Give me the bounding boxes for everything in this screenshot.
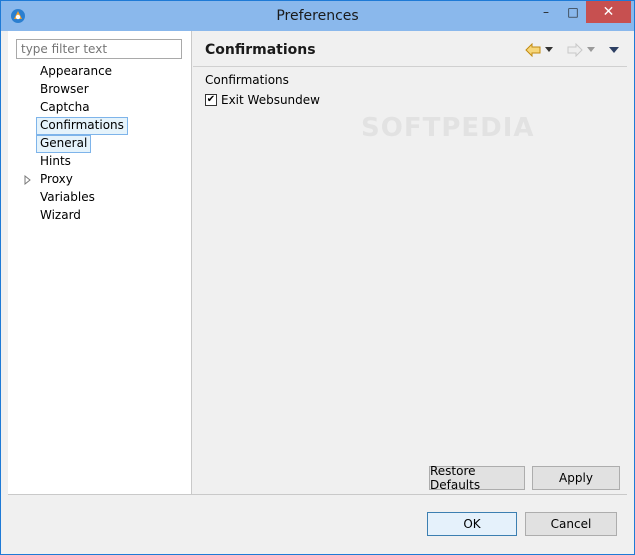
preference-tree-pane: Appearance Browser Captcha Confirmations… (8, 31, 192, 494)
tree-item-confirmations[interactable]: Confirmations (36, 117, 128, 135)
back-arrow-icon[interactable] (525, 43, 541, 57)
tree-item-variables[interactable]: Variables (36, 189, 99, 207)
preference-page: Confirmations Confirmations ✔ Exit Websu… (193, 31, 627, 494)
tree-item-proxy[interactable]: Proxy (36, 171, 77, 189)
forward-arrow-icon[interactable] (567, 43, 583, 57)
exit-confirmation-option[interactable]: ✔ Exit Websundew (205, 92, 320, 108)
section-label: Confirmations (205, 73, 289, 87)
preferences-window: Preferences – □ ✕ Appearance Browser Cap… (0, 0, 635, 555)
cancel-button[interactable]: Cancel (525, 512, 617, 536)
dialog-body: Appearance Browser Captcha Confirmations… (8, 31, 627, 548)
title-bar[interactable]: Preferences – □ ✕ (1, 1, 634, 31)
dialog-button-bar: OK Cancel (8, 494, 627, 548)
softpedia-watermark: SOFTPEDIA (361, 113, 535, 143)
tree-item-appearance[interactable]: Appearance (36, 63, 116, 81)
restore-defaults-button[interactable]: Restore Defaults (429, 464, 525, 492)
tree-item-browser[interactable]: Browser (36, 81, 93, 99)
view-menu-icon[interactable] (609, 46, 619, 54)
forward-history-dropdown-icon[interactable] (587, 47, 595, 53)
tree-item-captcha[interactable]: Captcha (36, 99, 94, 117)
page-navigation (525, 42, 619, 58)
exit-confirmation-label[interactable]: Exit Websundew (221, 93, 320, 107)
tree-item-hints[interactable]: Hints (36, 153, 75, 171)
tree-item-wizard[interactable]: Wizard (36, 207, 85, 225)
back-history-dropdown-icon[interactable] (545, 47, 553, 53)
tree-item-general[interactable]: General (36, 135, 92, 153)
close-button[interactable]: ✕ (586, 1, 631, 23)
ok-button[interactable]: OK (427, 512, 517, 536)
maximize-button[interactable]: □ (560, 1, 586, 23)
exit-confirmation-checkbox[interactable]: ✔ (205, 94, 217, 106)
minimize-button[interactable]: – (533, 1, 559, 23)
filter-input[interactable] (16, 39, 182, 59)
apply-button[interactable]: Apply (532, 466, 620, 490)
page-header: Confirmations (193, 31, 627, 67)
page-title: Confirmations (205, 42, 316, 58)
expand-arrow-icon[interactable] (24, 175, 32, 185)
